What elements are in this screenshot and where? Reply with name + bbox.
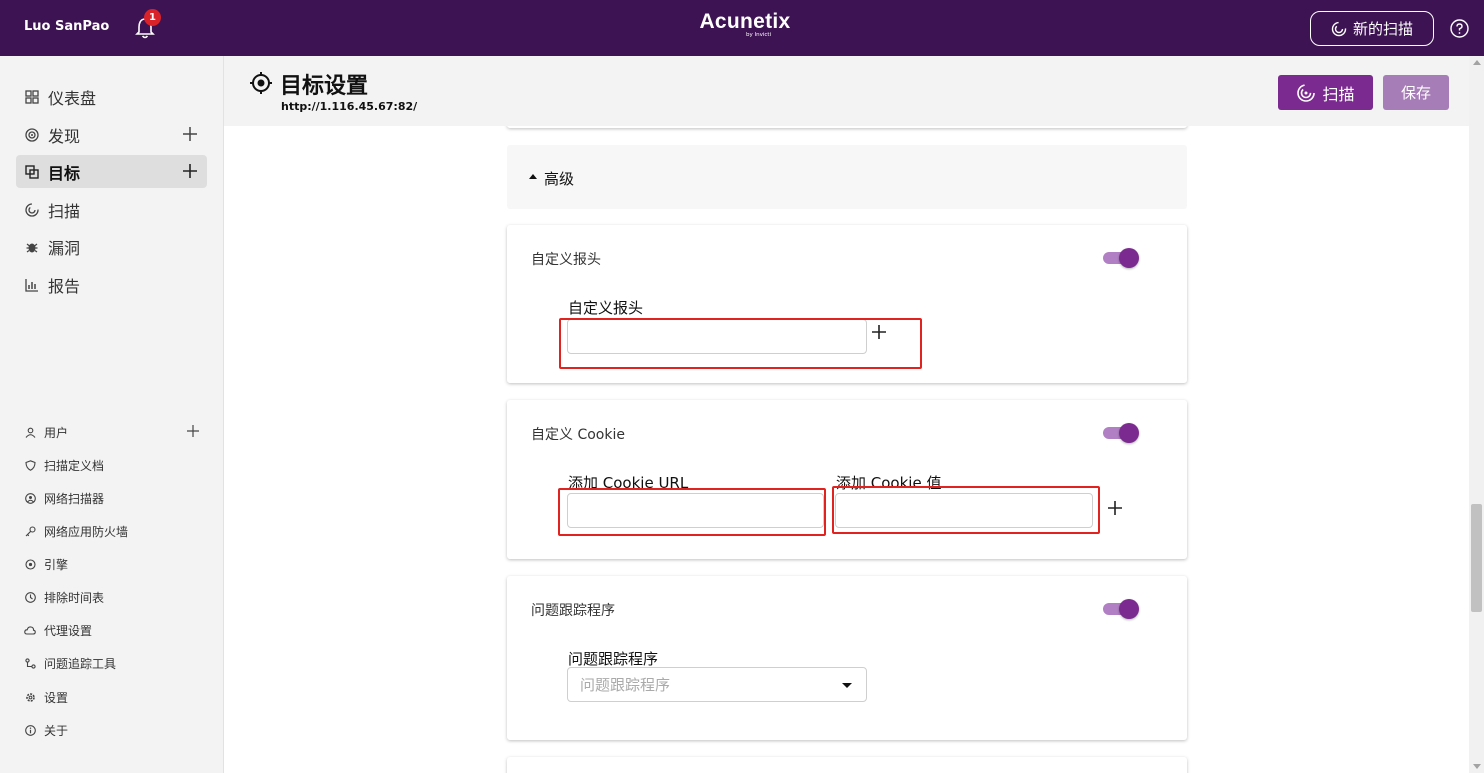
scans-icon bbox=[24, 202, 39, 217]
page-title: 目标设置 bbox=[280, 74, 369, 99]
key-icon bbox=[24, 525, 36, 537]
settings-content: 高级 自定义报头 自定义报头 自定义 Cookie 添加 Cookie URL … bbox=[224, 126, 1469, 773]
scan-swirl-icon bbox=[1331, 21, 1347, 36]
next-card bbox=[507, 757, 1187, 773]
add-cookie-icon[interactable] bbox=[1106, 499, 1124, 517]
cloud-icon bbox=[24, 624, 36, 636]
add-header-icon[interactable] bbox=[870, 323, 888, 341]
sidebar-item-users[interactable]: 用户 bbox=[24, 421, 207, 443]
dropdown-caret-icon bbox=[842, 683, 852, 688]
engine-icon bbox=[24, 558, 36, 570]
user-icon bbox=[24, 426, 36, 438]
sidebar-item-discovery[interactable]: 发现 bbox=[16, 118, 207, 151]
sidebar-item-engines[interactable]: 引擎 bbox=[24, 553, 207, 575]
issue-tracker-toggle[interactable] bbox=[1103, 598, 1139, 619]
previous-card bbox=[507, 126, 1187, 128]
bug-icon bbox=[24, 239, 39, 254]
custom-headers-card: 自定义报头 自定义报头 bbox=[507, 225, 1187, 383]
add-user-icon[interactable] bbox=[186, 424, 200, 438]
sidebar-item-waf[interactable]: 网络应用防火墙 bbox=[24, 520, 207, 542]
sidebar-item-about[interactable]: 关于 bbox=[24, 719, 207, 741]
sidebar-item-dashboard[interactable]: 仪表盘 bbox=[16, 80, 207, 113]
sidebar-item-vulnerabilities[interactable]: 漏洞 bbox=[16, 230, 207, 263]
target-url: http://1.116.45.67:82/ bbox=[281, 100, 418, 113]
sidebar-item-proxy[interactable]: 代理设置 bbox=[24, 619, 207, 641]
page-header: 目标设置 http://1.116.45.67:82/ 扫描 保存 bbox=[224, 56, 1469, 126]
save-button[interactable]: 保存 bbox=[1383, 75, 1449, 110]
issue-tracker-select[interactable]: 问题跟踪程序 bbox=[567, 667, 867, 702]
scan-signal-icon bbox=[1297, 83, 1316, 102]
reports-icon bbox=[24, 277, 39, 292]
sidebar-item-issue-trackers[interactable]: 问题追踪工具 bbox=[24, 652, 207, 674]
add-discovery-icon[interactable] bbox=[181, 125, 199, 143]
cookie-value-input[interactable] bbox=[835, 493, 1093, 528]
gear-icon bbox=[24, 691, 36, 703]
scroll-down-icon[interactable] bbox=[1473, 764, 1481, 769]
cookie-url-input[interactable] bbox=[567, 493, 824, 528]
custom-cookie-card: 自定义 Cookie 添加 Cookie URL 添加 Cookie 值 bbox=[507, 400, 1187, 559]
advanced-section-toggle[interactable]: 高级 bbox=[507, 145, 1187, 209]
target-crosshair-icon bbox=[250, 72, 272, 94]
new-scan-button[interactable]: 新的扫描 bbox=[1310, 11, 1434, 46]
custom-header-input[interactable] bbox=[567, 319, 867, 354]
scrollbar-thumb[interactable] bbox=[1471, 504, 1482, 612]
sidebar-item-settings[interactable]: 设置 bbox=[24, 686, 207, 708]
dashboard-icon bbox=[24, 89, 39, 104]
discovery-icon bbox=[24, 127, 39, 142]
acunetix-logo: Acunetix by Invicti bbox=[699, 10, 791, 38]
sidebar-item-reports[interactable]: 报告 bbox=[16, 268, 207, 301]
info-icon bbox=[24, 724, 36, 736]
clock-icon bbox=[24, 591, 36, 603]
scan-button[interactable]: 扫描 bbox=[1278, 75, 1373, 110]
scroll-up-icon[interactable] bbox=[1473, 60, 1481, 65]
add-target-icon[interactable] bbox=[181, 162, 199, 180]
sidebar-item-scan-profiles[interactable]: 扫描定义档 bbox=[24, 454, 207, 476]
sidebar-item-scans[interactable]: 扫描 bbox=[16, 193, 207, 226]
git-icon bbox=[24, 657, 36, 669]
sidebar-item-excluded-hours[interactable]: 排除时间表 bbox=[24, 586, 207, 608]
sidebar-item-targets[interactable]: 目标 bbox=[16, 155, 207, 188]
sidebar-item-network-scanner[interactable]: 网络扫描器 bbox=[24, 487, 207, 509]
targets-icon bbox=[24, 164, 39, 179]
top-bar: Luo SanPao 1 Acunetix by Invicti 新的扫描 bbox=[0, 0, 1484, 56]
sidebar: 仪表盘 发现 目标 扫描 漏洞 报告 用户 扫描定义档 网络扫描器 网络应用防火… bbox=[0, 56, 224, 773]
network-scanner-icon bbox=[24, 492, 36, 504]
custom-cookie-toggle[interactable] bbox=[1103, 422, 1139, 443]
notification-badge: 1 bbox=[144, 9, 161, 26]
help-icon[interactable] bbox=[1450, 19, 1469, 38]
shield-icon bbox=[24, 459, 36, 471]
custom-headers-toggle[interactable] bbox=[1103, 247, 1139, 268]
issue-tracker-card: 问题跟踪程序 问题跟踪程序 问题跟踪程序 bbox=[507, 576, 1187, 740]
caret-up-icon bbox=[529, 174, 537, 179]
user-name[interactable]: Luo SanPao bbox=[24, 19, 109, 34]
scrollbar[interactable] bbox=[1469, 56, 1484, 773]
